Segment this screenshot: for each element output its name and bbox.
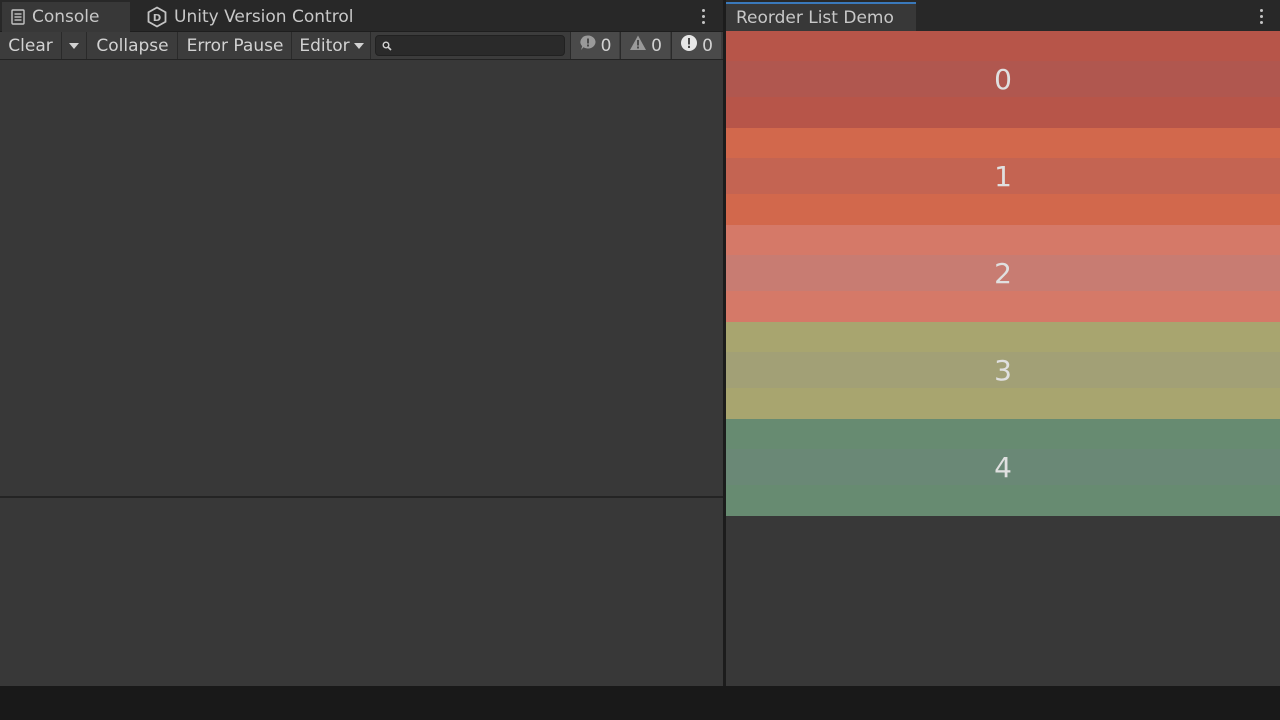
info-icon xyxy=(579,34,597,57)
error-count: 0 xyxy=(702,35,713,56)
unity-vcs-icon: D xyxy=(146,6,168,28)
console-detail-area[interactable] xyxy=(0,498,723,686)
reorder-list-item[interactable]: 1 xyxy=(726,128,1280,225)
reorder-tab-bar: Reorder List Demo xyxy=(726,0,1280,32)
editor-dropdown-label: Editor xyxy=(299,35,350,56)
warning-filter-toggle[interactable]: 0 xyxy=(620,32,670,59)
warning-icon xyxy=(629,34,647,57)
reorder-more-options-icon[interactable] xyxy=(1254,4,1268,28)
error-pause-button[interactable]: Error Pause xyxy=(179,32,292,59)
search-icon xyxy=(382,36,392,55)
chevron-down-icon xyxy=(69,42,79,49)
warning-count: 0 xyxy=(651,35,662,56)
reorder-item-label: 1 xyxy=(994,160,1012,193)
reorder-item-label: 2 xyxy=(994,257,1012,290)
collapse-button[interactable]: Collapse xyxy=(88,32,178,59)
reorder-list-item[interactable]: 4 xyxy=(726,419,1280,516)
reorder-list-item[interactable]: 3 xyxy=(726,322,1280,419)
console-list-icon xyxy=(10,9,26,25)
editor-status-bar xyxy=(0,686,1280,720)
reorder-list-item[interactable]: 2 xyxy=(726,225,1280,322)
collapse-button-label: Collapse xyxy=(96,35,169,56)
error-pause-button-label: Error Pause xyxy=(186,35,284,56)
chevron-down-icon xyxy=(353,42,364,49)
log-count: 0 xyxy=(600,35,612,56)
log-filter-toggle[interactable]: 0 xyxy=(570,32,619,59)
clear-button-label: Clear xyxy=(8,35,53,56)
tab-reorder-list-demo[interactable]: Reorder List Demo xyxy=(726,2,916,32)
unity-editor-window: Console D Unity Version Control Clear Co… xyxy=(0,0,1280,720)
tab-unity-version-control-label: Unity Version Control xyxy=(174,7,354,27)
reorder-list-demo-panel: Reorder List Demo 0 1 2 3 4 xyxy=(726,0,1280,686)
svg-text:D: D xyxy=(153,13,161,24)
reorder-item-label: 3 xyxy=(994,354,1012,387)
clear-button[interactable]: Clear xyxy=(0,32,62,59)
tab-console-label: Console xyxy=(32,7,100,27)
console-search-field[interactable] xyxy=(375,35,566,56)
editor-dropdown[interactable]: Editor xyxy=(293,32,371,59)
console-toolbar: Clear Collapse Error Pause Editor 0 0 0 xyxy=(0,32,723,60)
reorder-list-item[interactable]: 0 xyxy=(726,31,1280,128)
reorder-item-label: 4 xyxy=(994,451,1012,484)
tab-console[interactable]: Console xyxy=(2,2,130,32)
clear-options-dropdown[interactable] xyxy=(62,32,87,59)
search-input[interactable] xyxy=(396,36,566,55)
console-panel: Console D Unity Version Control Clear Co… xyxy=(0,0,723,686)
reorder-item-label: 0 xyxy=(994,63,1012,96)
console-more-options-icon[interactable] xyxy=(696,4,710,28)
console-log-list[interactable] xyxy=(0,61,723,496)
tab-unity-version-control[interactable]: D Unity Version Control xyxy=(138,2,378,32)
reorder-list: 0 1 2 3 4 xyxy=(726,31,1280,516)
tab-reorder-list-demo-label: Reorder List Demo xyxy=(736,8,894,28)
console-tab-bar: Console D Unity Version Control xyxy=(0,0,723,32)
error-icon xyxy=(680,34,698,57)
error-filter-toggle[interactable]: 0 xyxy=(671,32,721,59)
